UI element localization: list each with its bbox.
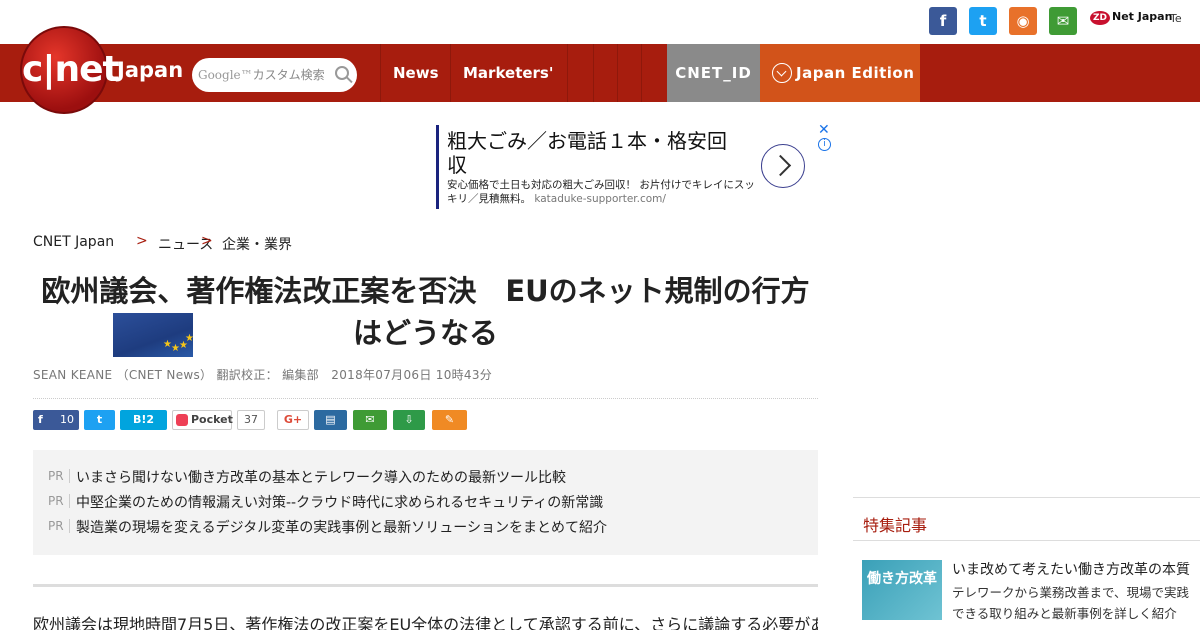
rss-icon[interactable]: ◉ [1009,7,1037,35]
hatena-bookmark-button[interactable]: B!2 [120,410,167,430]
nav-divider [593,44,618,102]
nav-item-marketers[interactable]: Marketers' [450,44,565,102]
breadcrumb-home[interactable]: CNET Japan [33,234,114,250]
article-body: 欧州議会は現地時間7月5日、著作権法の改正案をEU全体の法律として承認する前に、… [33,615,818,630]
pr-link[interactable]: いまさら聞けない働き方改革の基本とテレワーク導入のための最新ツール比較 [76,467,566,487]
pocket-count: 37 [237,410,265,430]
breadcrumb-separator: > [201,233,213,249]
facebook-icon[interactable]: f [929,7,957,35]
divider [33,584,818,587]
mail-icon[interactable]: ✉ [1049,7,1077,35]
facebook-icon: f [38,413,43,426]
facebook-share-count: 10 [60,413,74,426]
pr-link[interactable]: 中堅企業のための情報漏えい対策--クラウド時代に求められるセキュリティの新常識 [76,492,603,512]
twitter-icon[interactable]: t [969,7,997,35]
pr-tag: PR [48,519,70,533]
facebook-share-button[interactable]: f 10 [33,410,79,430]
save-icon[interactable]: ⇩ [393,410,425,430]
divider [33,398,818,399]
nav-divider [567,44,593,102]
zdnet-label: Net Japan [1112,10,1173,23]
pr-link[interactable]: 製造業の現場を変えるデジタル変革の実践事例と最新ソリューションをまとめて紹介 [76,517,607,537]
pr-links-box: PR いまさら聞けない働き方改革の基本とテレワーク導入のための最新ツール比較 P… [33,450,818,555]
nav-divider [641,44,667,102]
twitter-share-button[interactable]: t [84,410,115,430]
search-input[interactable]: Google™カスタム検索 [192,58,357,92]
search-icon[interactable] [335,66,349,80]
cnet-logo[interactable]: c|net [20,26,120,114]
cnet-id-button[interactable]: CNET_ID [667,44,760,102]
edition-label: Japan Edition [796,64,915,82]
nav-divider [617,44,642,102]
sidebar-section-header: 特集記事 [853,497,1200,541]
pocket-button[interactable]: Pocket [172,410,233,430]
info-icon[interactable]: i [818,138,831,151]
ad-title[interactable]: 粗大ごみ／お電話１本・格安回収 [447,129,737,177]
edition-selector[interactable]: Japan Edition [760,44,920,102]
techrepublic-link[interactable]: Te [1170,12,1182,25]
google-plus-button[interactable]: G+ [277,410,309,430]
chevron-down-icon [772,63,792,83]
nav-item-news[interactable]: News [380,44,451,102]
article-byline: SEAN KEANE （CNET News） 翻訳校正： 編集部 2018年07… [33,368,493,382]
sidebar-feature-thumbnail[interactable]: 働き方改革 [862,560,942,620]
chevron-right-icon[interactable] [761,144,805,188]
article-thumbnail: ★ ★ ★ ★ [113,313,193,357]
sidebar-feature-description: テレワークから業務改善まで、現場で実践できる取り組みと最新事例を詳しく紹介 [952,585,1190,621]
breadcrumb-separator: > [136,233,148,249]
clip-icon[interactable]: ✎ [432,410,467,430]
ad-description: 安心価格で土日も対応の粗大ごみ回収！ お片付けでキレイにスッキリ／見積無料。 k… [447,178,757,206]
sidebar-section-title: 特集記事 [863,516,928,535]
hatena-icon: B! [132,413,147,426]
breadcrumb-category[interactable]: 企業・業界 [222,234,292,254]
logo-region-label[interactable]: Japan [117,58,183,82]
ad-url[interactable]: kataduke-supporter.com/ [534,193,666,205]
print-icon[interactable]: ▤ [314,410,347,430]
top-utility-bar: f t ◉ ✉ ZD Net Japan Te [0,0,1200,44]
mail-icon[interactable]: ✉ [353,410,387,430]
pr-tag: PR [48,469,70,483]
zdnet-japan-link[interactable]: ZD Net Japan [1090,10,1173,25]
zdnet-logo-icon: ZD [1090,11,1110,25]
close-icon[interactable]: ✕ [818,122,830,138]
search-placeholder: カスタム検索 [252,68,325,82]
pr-tag: PR [48,494,70,508]
hatena-count: 2 [146,413,155,426]
sidebar-feature-title[interactable]: いま改めて考えたい働き方改革の本質 [952,559,1190,579]
ad-banner[interactable]: 粗大ごみ／お電話１本・格安回収 安心価格で土日も対応の粗大ごみ回収！ お片付けで… [436,125,808,209]
search-google-label: Google™ [198,68,253,82]
